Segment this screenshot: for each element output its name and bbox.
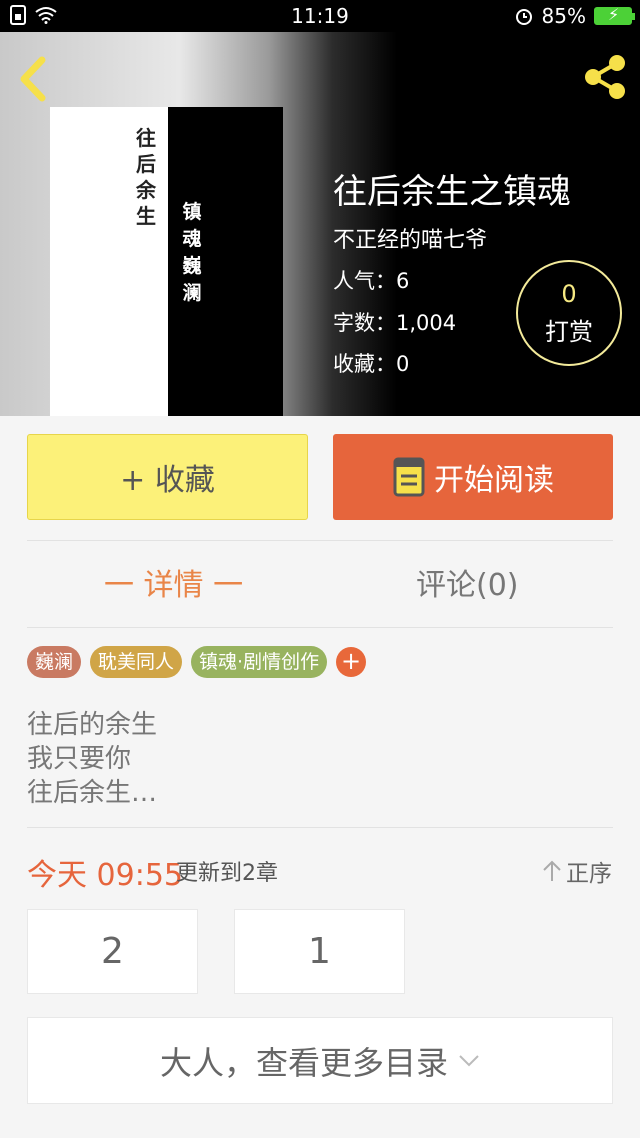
divider [27,540,613,541]
back-button[interactable] [14,54,54,104]
divider [27,627,613,628]
tip-button[interactable]: 0 打赏 [516,260,622,366]
add-tag-button[interactable]: + [336,647,367,677]
favorites-stat: 收藏：0 [333,352,410,376]
word-count-stat: 字数：1,004 [333,311,457,335]
battery-percent: 85% [541,4,586,28]
tag-item[interactable]: 耽美同人 [90,646,183,678]
description-line: 往后余生… [27,778,158,808]
start-reading-label: 开始阅读 [434,463,554,498]
chevron-left-icon [20,56,46,102]
sort-order-button[interactable]: 正序 [542,854,612,888]
tag-item[interactable]: 镇魂·剧情创作 [191,646,328,678]
update-text: 更新到2章 [176,861,278,886]
tip-count: 0 [561,280,577,308]
popularity-stat: 人气：6 [333,269,410,293]
tag-list: 巍澜 耽美同人 镇魂·剧情创作 + [27,646,367,678]
book-cover[interactable]: 往后余生 镇魂巍澜 [50,107,283,416]
sort-order-label: 正序 [566,861,612,887]
alarm-icon [515,9,532,25]
cover-text-right: 镇魂巍澜 [182,201,202,304]
update-time: 今天 09:55 [27,858,183,893]
description-line: 我只要你 [27,744,132,774]
chapter-item[interactable]: 1 [234,909,405,994]
start-reading-button[interactable]: 开始阅读 [333,434,613,520]
tag-item[interactable]: 巍澜 [27,646,82,678]
tab-detail[interactable]: 一 详情 一 [104,560,243,604]
battery-icon: ⚡ [594,5,635,25]
book-author[interactable]: 不正经的喵七爷 [333,222,487,254]
more-catalog-button[interactable]: 大人，查看更多目录 [27,1017,613,1104]
more-catalog-label: 大人，查看更多目录 [159,1043,448,1082]
share-icon [585,55,625,99]
chevron-down-icon [459,1054,479,1066]
tip-label: 打赏 [545,318,593,346]
cover-text-left: 往后余生 [136,126,156,228]
arrow-up-icon [543,860,561,881]
description-line: 往后的余生 [27,710,158,740]
add-favorite-button[interactable]: + 收藏 [27,434,308,520]
book-header: 往后余生 镇魂巍澜 往后余生之镇魂 不正经的喵七爷 人气：6 字数：1,004 … [0,32,640,416]
divider [27,827,613,828]
share-button[interactable] [580,52,630,102]
book-title: 往后余生之镇魂 [333,172,571,212]
tab-comments[interactable]: 评论(0) [416,560,519,604]
status-bar: 11:19 85% ⚡ [0,0,640,32]
add-favorite-label: + 收藏 [120,463,215,498]
book-description[interactable]: 往后的余生 我只要你 往后余生… [27,708,157,810]
status-icons-right: 85% ⚡ [514,4,635,28]
chapter-item[interactable]: 2 [27,909,198,994]
book-icon [393,457,425,497]
